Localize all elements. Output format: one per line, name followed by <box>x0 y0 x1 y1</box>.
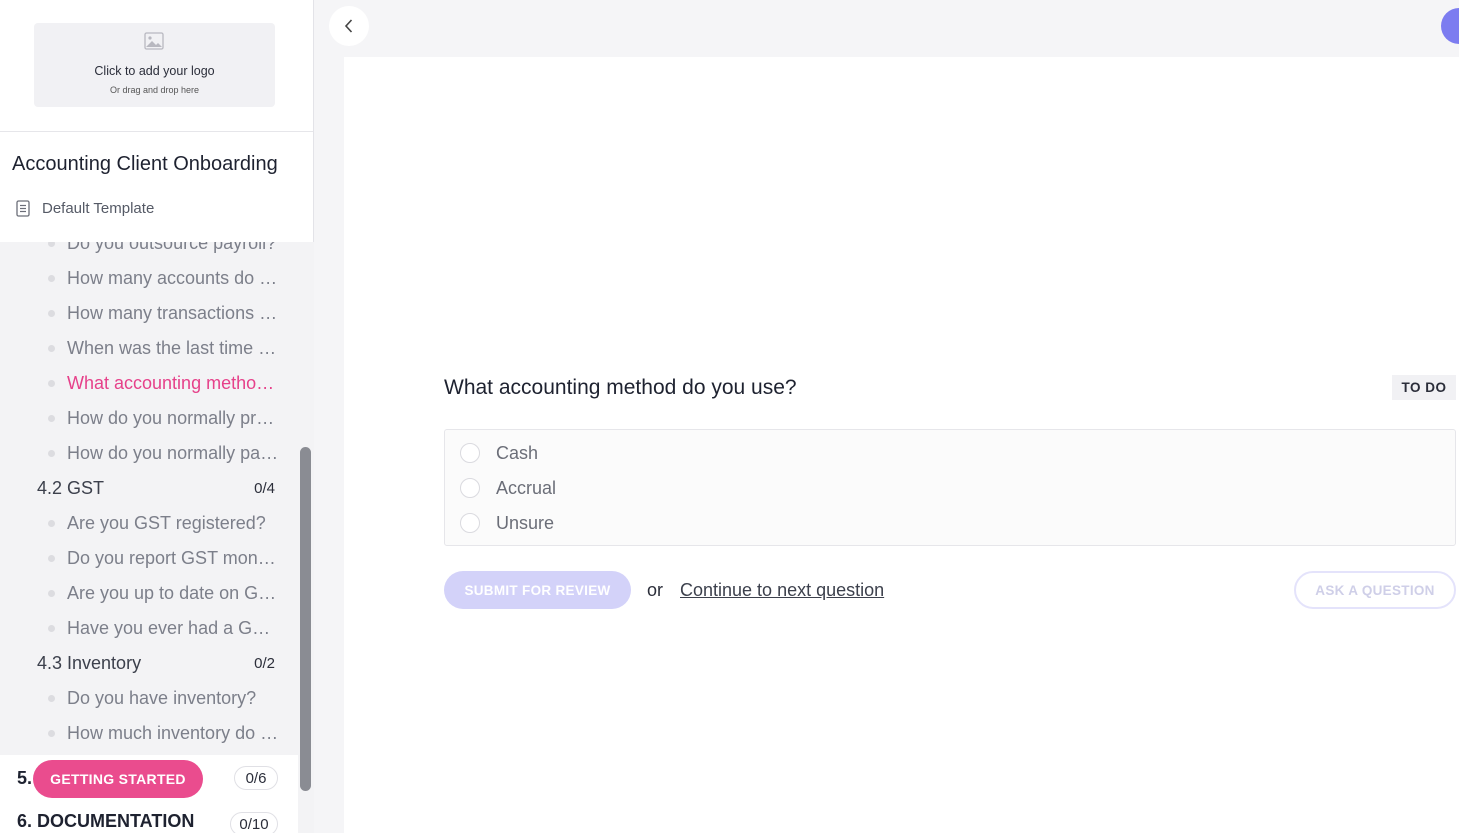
question-label: Do you outsource payroll? <box>67 242 277 253</box>
avatar[interactable] <box>1441 8 1459 44</box>
option-label: Accrual <box>496 477 557 498</box>
logo-upload-subtitle: Or drag and drop here <box>109 85 200 95</box>
question-label: How many transactions do you have? <box>67 303 279 323</box>
status-badge: TO DO <box>1392 375 1456 400</box>
outline-section[interactable]: 4.3 Inventory 0/2 <box>0 646 298 681</box>
status-dot-icon <box>48 730 55 737</box>
question-label: When was the last time your books were r… <box>67 338 279 358</box>
ask-a-question-button[interactable]: ASK A QUESTION <box>1294 571 1456 609</box>
template-label: Default Template <box>42 199 155 217</box>
question-label: Have you ever had a GST audit? <box>67 618 279 638</box>
status-dot-icon <box>48 345 55 352</box>
section-label: 4.2 GST <box>37 478 105 498</box>
outline-question[interactable]: Do you report GST monthly? <box>0 541 298 576</box>
status-dot-icon <box>48 380 55 387</box>
outline-section[interactable]: 4.2 GST 0/4 <box>0 471 298 506</box>
outline-question[interactable]: Are you up to date on GST? <box>0 576 298 611</box>
phase-5-count: 0/6 <box>234 766 278 790</box>
option-cash[interactable]: Cash <box>460 440 538 466</box>
option-unsure[interactable]: Unsure <box>460 510 554 536</box>
question-label: How do you normally pay bills? <box>67 443 279 463</box>
chevron-left-icon <box>344 19 353 33</box>
option-label: Unsure <box>496 512 555 533</box>
logo-upload-area[interactable]: Click to add your logo Or drag and drop … <box>34 23 275 107</box>
outline-question[interactable]: How many accounts do you have? <box>0 261 298 296</box>
workflow-title[interactable]: Accounting Client Onboarding <box>12 153 302 176</box>
option-accrual[interactable]: Accrual <box>460 475 556 501</box>
status-dot-icon <box>48 590 55 597</box>
outline-question[interactable]: Do you outsource payroll? <box>0 242 298 261</box>
status-dot-icon <box>48 695 55 702</box>
status-dot-icon <box>48 242 55 247</box>
outline-question[interactable]: How do you normally process payments? <box>0 401 298 436</box>
section-count: 0/4 <box>254 480 275 497</box>
option-label: Cash <box>496 442 539 463</box>
radio-button[interactable] <box>460 443 480 463</box>
phase-getting-started[interactable]: GETTING STARTED <box>33 760 203 798</box>
status-dot-icon <box>48 310 55 317</box>
outline-question[interactable]: When was the last time your books were r… <box>0 331 298 366</box>
outline-question[interactable]: How many transactions do you have? <box>0 296 298 331</box>
outline-question[interactable]: Are you GST registered? <box>0 506 298 541</box>
outline-list: Do you outsource payroll? How many accoun… <box>0 242 298 833</box>
phase-list: 5. GETTING STARTED 0/6 6. DOCUMENTATION … <box>0 755 298 833</box>
status-dot-icon <box>48 450 55 457</box>
collapse-sidebar-button[interactable] <box>329 6 369 46</box>
status-dot-icon <box>48 275 55 282</box>
question-title: What accounting method do you use? <box>444 376 797 399</box>
radio-button[interactable] <box>460 513 480 533</box>
outline-question[interactable]: Do you have inventory? <box>0 681 298 716</box>
question-label: Do you report GST monthly? <box>67 548 279 568</box>
continue-next-question-link[interactable]: Continue to next question <box>680 580 884 601</box>
question-label: How do you normally process payments? <box>67 408 279 428</box>
status-dot-icon <box>48 520 55 527</box>
template-link[interactable]: Default Template <box>16 198 154 218</box>
image-icon <box>144 32 164 50</box>
answer-options: Cash Accrual Unsure <box>444 429 1456 546</box>
phase-number: 5. <box>17 767 33 788</box>
radio-button[interactable] <box>460 478 480 498</box>
outline-question[interactable]: Have you ever had a GST audit? <box>0 611 298 646</box>
question-label: Are you up to date on GST? <box>67 583 279 603</box>
section-label: 4.3 Inventory <box>37 653 142 673</box>
sidebar-divider <box>0 131 313 132</box>
question-label: What accounting method do you use? <box>67 373 279 393</box>
section-count: 0/2 <box>254 655 275 672</box>
phase-6-count: 0/10 <box>230 812 278 833</box>
status-dot-icon <box>48 625 55 632</box>
phase-documentation[interactable]: 6. DOCUMENTATION <box>17 811 194 832</box>
or-text: or <box>647 580 664 600</box>
outline-question[interactable]: How do you normally pay bills? <box>0 436 298 471</box>
question-label: How many accounts do you have? <box>67 268 279 288</box>
outline-question[interactable]: How much inventory do you have? <box>0 716 298 751</box>
status-dot-icon <box>48 415 55 422</box>
submit-for-review-button[interactable]: SUBMIT FOR REVIEW <box>444 571 631 609</box>
logo-upload-title: Click to add your logo <box>94 64 215 78</box>
document-icon <box>16 199 30 217</box>
phase-5-number: 5. <box>17 763 32 793</box>
status-dot-icon <box>48 555 55 562</box>
question-label: Do you have inventory? <box>67 688 257 708</box>
outline-question-active[interactable]: What accounting method do you use? <box>0 366 298 401</box>
question-label: Are you GST registered? <box>67 513 266 533</box>
sidebar-scrollbar-thumb[interactable] <box>300 447 311 791</box>
question-label: How much inventory do you have? <box>67 723 279 743</box>
